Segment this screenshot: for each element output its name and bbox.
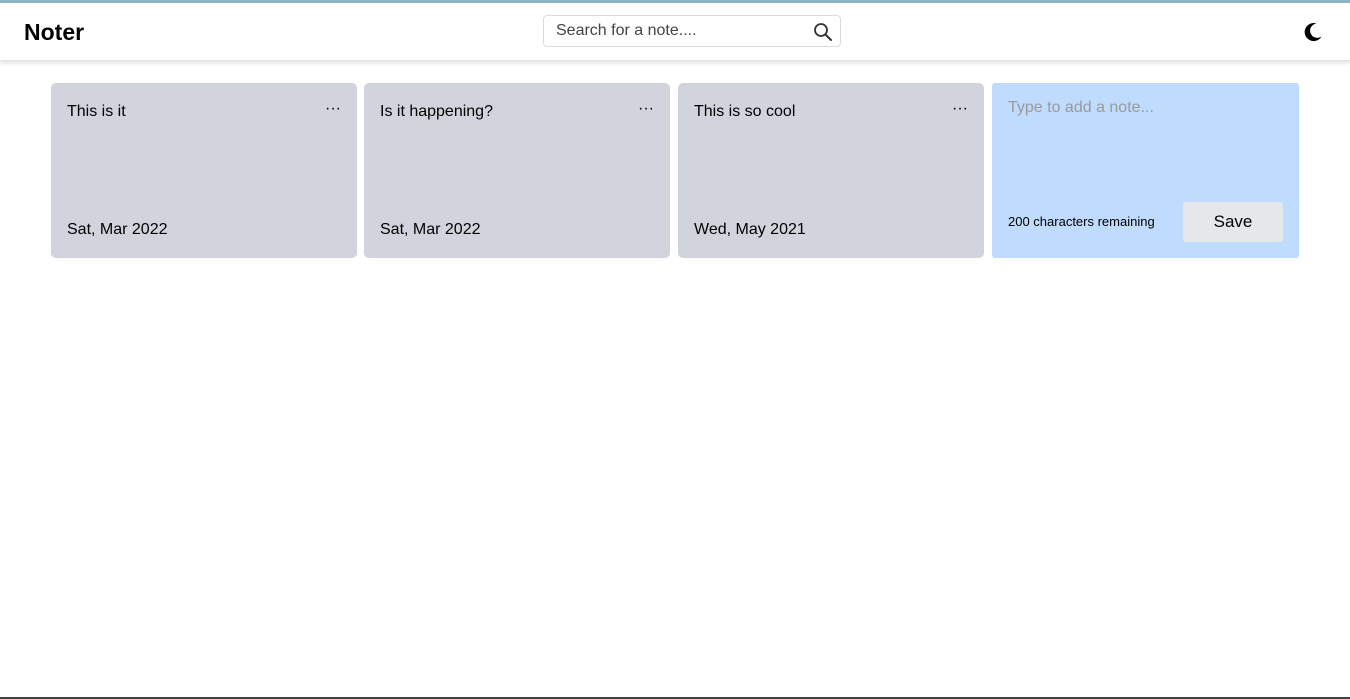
characters-remaining: 200 characters remaining (1008, 214, 1155, 229)
notes-grid: This is it ··· Sat, Mar 2022 Is it happe… (51, 83, 1299, 258)
search-input[interactable] (556, 16, 806, 46)
more-options-icon[interactable]: ··· (952, 99, 968, 119)
search-icon[interactable] (813, 22, 833, 42)
note-text: This is it (67, 103, 126, 120)
note-date: Sat, Mar 2022 (67, 221, 168, 238)
new-note-textarea[interactable] (1008, 99, 1283, 199)
more-options-icon[interactable]: ··· (325, 99, 341, 119)
save-button[interactable]: Save (1183, 202, 1283, 242)
note-text: This is so cool (694, 103, 796, 120)
search-box[interactable] (543, 15, 841, 47)
note-date: Wed, May 2021 (694, 221, 806, 238)
moon-icon[interactable] (1302, 21, 1324, 43)
new-note-card: 200 characters remaining Save (992, 83, 1299, 258)
note-card: This is so cool ··· Wed, May 2021 (678, 83, 984, 258)
app-title: Noter (24, 19, 85, 45)
note-text: Is it happening? (380, 103, 493, 120)
note-card: This is it ··· Sat, Mar 2022 (51, 83, 357, 258)
more-options-icon[interactable]: ··· (638, 99, 654, 119)
note-card: Is it happening? ··· Sat, Mar 2022 (364, 83, 670, 258)
note-date: Sat, Mar 2022 (380, 221, 481, 238)
app-header: Noter (0, 3, 1350, 61)
